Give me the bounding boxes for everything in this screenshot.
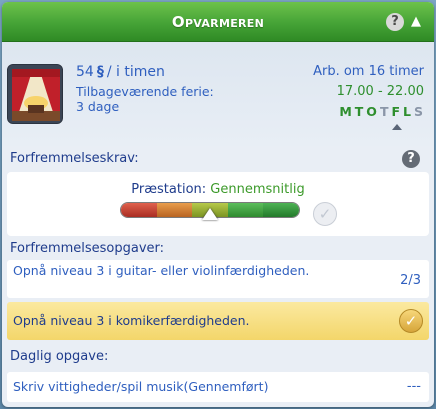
daily-task-progress: ---	[406, 379, 421, 394]
promotion-requirements-heading: Forfremmelseskrav:	[10, 151, 139, 166]
job-info: 54 § / i timen Tilbageværende ferie: 3 dag…	[2, 42, 434, 146]
daily-task-heading: Daglig opgave:	[10, 349, 109, 364]
performance-marker-icon	[202, 208, 218, 220]
weekday-letter: L	[403, 104, 414, 119]
salary-amount: 54	[76, 64, 94, 80]
weekday-letter: M	[339, 104, 355, 119]
next-shift-label: Arb. om 16 timer	[313, 64, 424, 79]
check-circle-grey-icon: ✓	[313, 202, 337, 226]
promotion-tasks-heading: Forfremmelsesopgaver:	[10, 241, 165, 256]
vacation-label: Tilbageværende ferie:	[76, 84, 214, 99]
performance-box: Præstation: Gennemsnitlig ✓	[7, 172, 429, 236]
vacation-value: 3 dage	[76, 99, 120, 114]
daily-task-text: Skriv vittigheder/spil musik(Gennemført)	[13, 379, 269, 394]
performance-bar-segment	[227, 203, 264, 217]
task-row-skill-guitar[interactable]: Opnå niveau 3 i guitar- eller violinfærd…	[7, 260, 429, 298]
daily-task-row[interactable]: Skriv vittigheder/spil musik(Gennemført)…	[7, 372, 429, 402]
task-text: Opnå niveau 3 i guitar- eller violinfærd…	[13, 263, 310, 278]
career-panel: Opvarmeren ? ▲ 54 § / i timen Tilbageværen…	[2, 2, 434, 407]
salary: 54 § / i timen	[76, 64, 165, 80]
daily-task-header: Daglig opgave:	[2, 344, 434, 370]
promotion-tasks-header: Forfremmelsesopgaver:	[2, 236, 434, 262]
task-text: Opnå niveau 3 i komikerfærdigheden.	[13, 313, 250, 328]
weekday-letter: T	[379, 104, 392, 119]
help-icon[interactable]: ?	[402, 150, 420, 168]
performance-label: Præstation:	[131, 182, 207, 197]
salary-unit: / i timen	[106, 64, 165, 80]
work-hours: 17.00 - 22.00	[336, 84, 424, 99]
weekday-letter: F	[391, 104, 404, 119]
check-circle-gold-icon: ✓	[399, 309, 423, 333]
performance-bar-segment	[156, 203, 193, 217]
help-icon[interactable]: ?	[386, 13, 404, 31]
weekday-letter: O	[366, 104, 380, 119]
stage-curtain-icon	[7, 64, 63, 124]
weekday-letter: T	[354, 104, 367, 119]
today-marker-icon	[392, 124, 402, 130]
performance-bar-segment	[263, 203, 299, 217]
task-row-skill-comedy[interactable]: Opnå niveau 3 i komikerfærdigheden. ✓	[7, 302, 429, 340]
simoleon-icon: §	[96, 64, 104, 80]
collapse-arrow-icon[interactable]: ▲	[408, 14, 424, 30]
career-title: Opvarmeren	[171, 13, 265, 31]
task-progress: 2/3	[400, 273, 421, 288]
performance-text: Præstation: Gennemsnitlig	[7, 182, 429, 197]
panel-header[interactable]: Opvarmeren ? ▲	[2, 2, 434, 42]
promotion-requirements-header: Forfremmelseskrav: ?	[2, 146, 434, 172]
performance-bar-segment	[121, 203, 157, 217]
weekday-letter: S	[413, 104, 426, 119]
work-days: MTOTFLS	[339, 104, 426, 119]
performance-value: Gennemsnitlig	[210, 182, 305, 197]
